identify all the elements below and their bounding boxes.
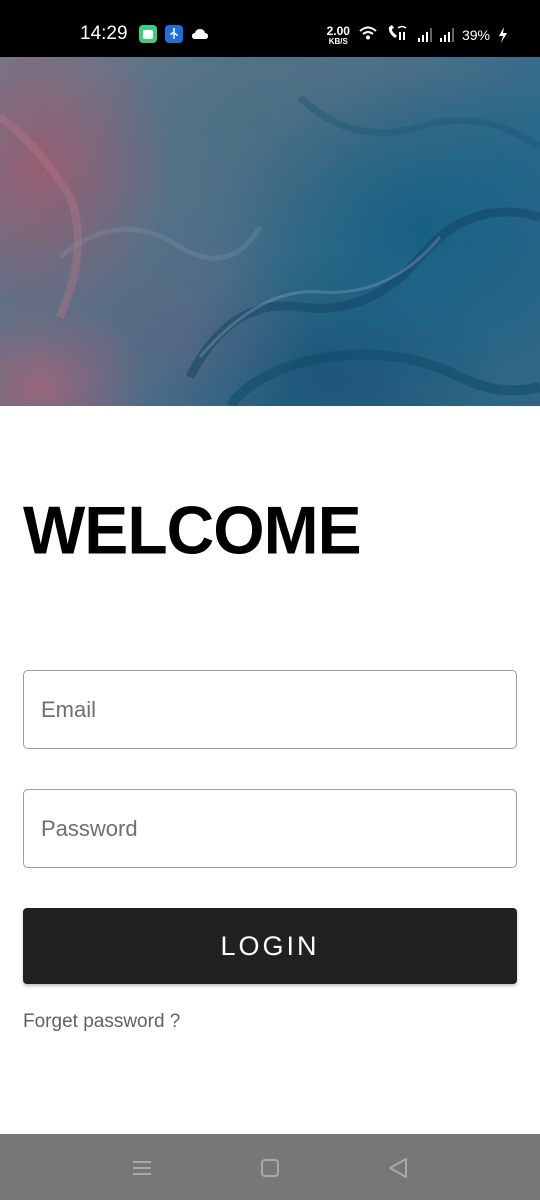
home-icon[interactable] bbox=[258, 1156, 282, 1180]
status-notification-icons bbox=[139, 25, 209, 43]
forgot-password-link[interactable]: Forget password ? bbox=[23, 1011, 180, 1033]
email-field[interactable] bbox=[23, 670, 517, 749]
usb-debug-icon bbox=[165, 25, 183, 43]
navigation-bar bbox=[0, 1134, 540, 1200]
status-system-icons: 2.00 KB/S 39% bbox=[327, 22, 508, 48]
wifi-icon bbox=[358, 25, 378, 46]
volte-call-icon bbox=[386, 24, 410, 47]
welcome-title: WELCOME bbox=[23, 492, 362, 568]
cloud-icon bbox=[191, 25, 209, 43]
login-button[interactable]: LOGIN bbox=[23, 908, 517, 984]
password-field[interactable] bbox=[23, 789, 517, 868]
network-speed-value: 2.00 bbox=[326, 23, 350, 38]
chat-app-icon bbox=[139, 25, 157, 43]
status-bar: 14:29 2.00 KB/S 39% bbox=[0, 0, 540, 57]
network-speed: 2.00 KB/S bbox=[327, 25, 350, 46]
network-speed-unit: KB/S bbox=[328, 36, 348, 46]
back-icon[interactable] bbox=[386, 1156, 410, 1180]
charging-bolt-icon bbox=[498, 27, 508, 43]
menu-icon[interactable] bbox=[130, 1156, 154, 1180]
login-screen: 14:29 2.00 KB/S 39% WELCOME Email LOGIN … bbox=[0, 0, 540, 1200]
signal-sim2-icon bbox=[439, 28, 454, 42]
battery-percent: 39% bbox=[461, 27, 490, 43]
hero-image bbox=[0, 57, 540, 406]
signal-sim1-icon bbox=[417, 28, 432, 42]
status-time: 14:29 bbox=[80, 23, 128, 44]
